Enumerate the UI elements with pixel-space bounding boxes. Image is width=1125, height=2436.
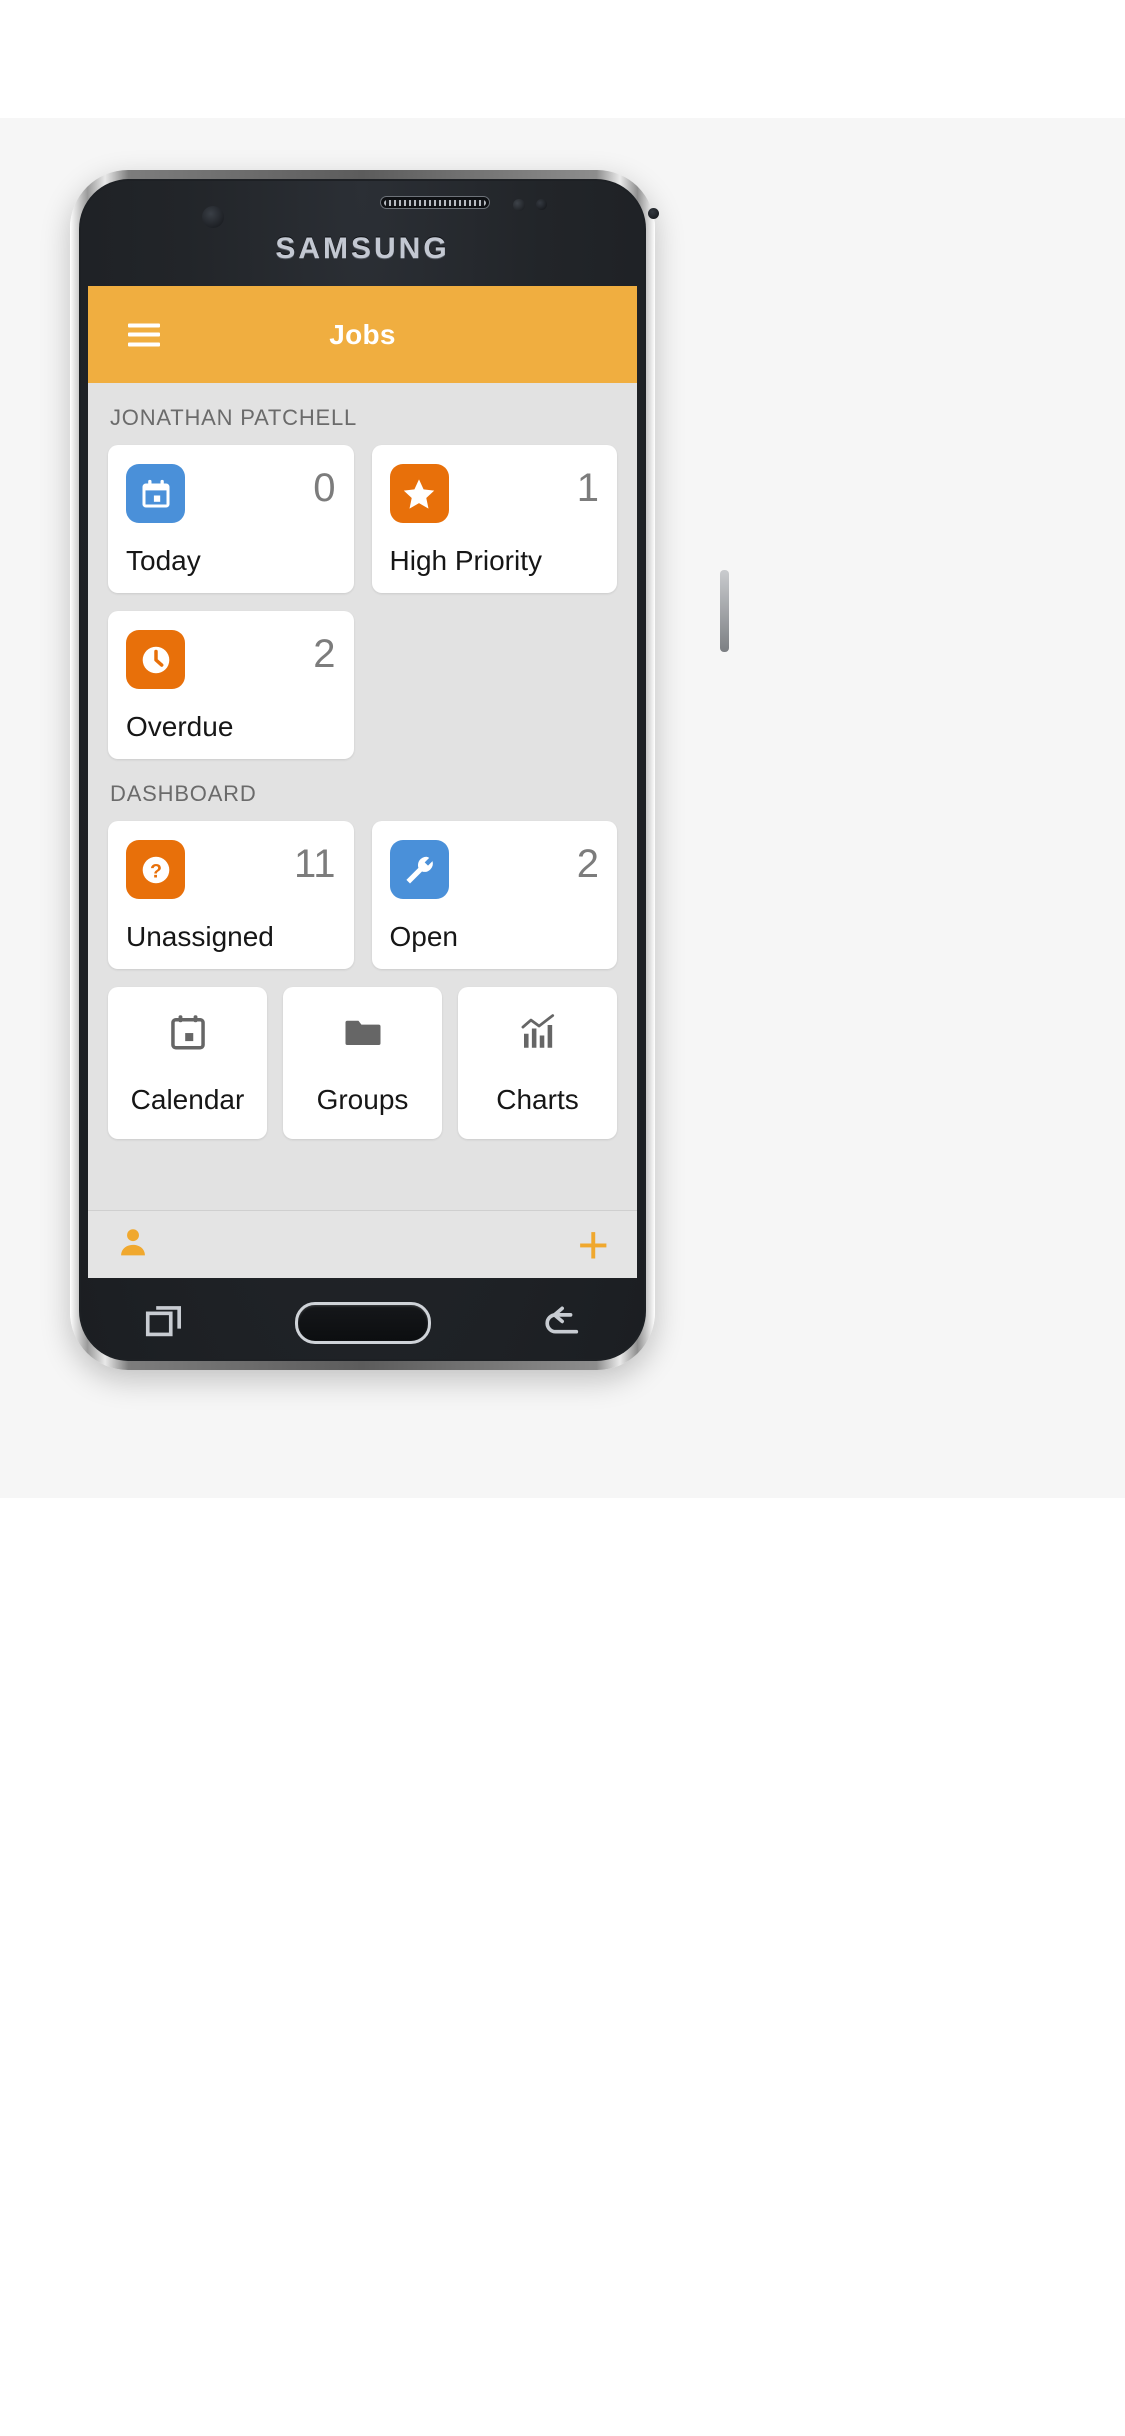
folder-icon [342, 1011, 384, 1058]
dashboard-content: JONATHAN PATCHELL 0 Today 1 High Priorit… [88, 383, 637, 1278]
back-icon[interactable] [538, 1298, 584, 1349]
home-button[interactable] [294, 1302, 431, 1344]
card-label: Overdue [126, 711, 234, 742]
star-icon [389, 464, 449, 523]
bottom-toolbar: + [88, 1210, 637, 1278]
card-unassigned[interactable]: ? 11 Unassigned [108, 821, 354, 969]
secondary-sensor-icon [648, 208, 659, 219]
calendar-icon [126, 464, 185, 523]
person-icon[interactable] [116, 1225, 150, 1264]
card-count: 2 [313, 632, 336, 676]
card-label: Today [126, 545, 201, 576]
card-label: Unassigned [126, 921, 274, 952]
light-sensor-icon [536, 199, 547, 210]
tile-charts[interactable]: Charts [458, 987, 617, 1139]
power-button[interactable] [720, 570, 729, 652]
dashboard-cards-row: ? 11 Unassigned 2 Open [88, 821, 637, 969]
card-count: 2 [576, 842, 599, 886]
app-bar: Jobs [88, 286, 637, 383]
card-count: 0 [313, 466, 336, 510]
card-today[interactable]: 0 Today [108, 445, 354, 593]
page-title: Jobs [329, 318, 396, 350]
card-count: 11 [293, 842, 336, 886]
front-camera-icon [202, 206, 224, 228]
card-overdue[interactable]: 2 Overdue [108, 611, 354, 759]
add-button[interactable]: + [577, 1218, 609, 1272]
card-count: 1 [576, 466, 599, 510]
user-cards-row-1: 0 Today 1 High Priority [88, 445, 637, 593]
proximity-sensor-icon [513, 199, 525, 211]
device-brand-label: SAMSUNG [275, 232, 450, 265]
question-mark-icon: ? [126, 840, 185, 899]
wrench-icon [389, 840, 449, 899]
section-header-dashboard: DASHBOARD [110, 781, 257, 806]
section-header-user: JONATHAN PATCHELL [110, 405, 358, 430]
user-cards-row-2: 2 Overdue [88, 611, 637, 759]
page-background-lower [0, 1438, 1125, 1498]
clock-icon [126, 630, 185, 689]
card-open[interactable]: 2 Open [371, 821, 617, 969]
card-high-priority[interactable]: 1 High Priority [371, 445, 617, 593]
phone-screen: Jobs JONATHAN PATCHELL 0 Today 1 High Pr… [88, 286, 637, 1278]
android-navigation-bar [88, 1278, 637, 1368]
tile-calendar[interactable]: Calendar [108, 987, 267, 1139]
tile-groups[interactable]: Groups [283, 987, 442, 1139]
bar-chart-icon [517, 1011, 559, 1058]
hamburger-menu-icon[interactable] [128, 323, 160, 346]
card-label: High Priority [389, 545, 542, 576]
tile-label: Calendar [130, 1083, 245, 1115]
svg-text:?: ? [150, 860, 162, 882]
card-label: Open [389, 921, 459, 952]
earpiece-speaker [380, 196, 490, 209]
dashboard-tiles-row: Calendar Groups Charts [88, 987, 637, 1139]
calendar-outline-icon [167, 1011, 209, 1058]
tile-label: Groups [316, 1083, 409, 1115]
recent-apps-icon[interactable] [142, 1298, 188, 1349]
tile-label: Charts [496, 1083, 579, 1115]
card-placeholder [372, 611, 618, 759]
